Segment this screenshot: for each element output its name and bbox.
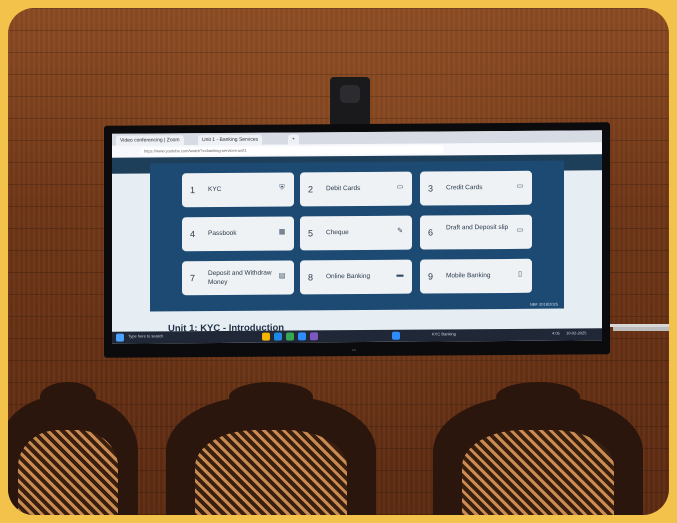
card-label: Draft and Deposit slip [446, 223, 509, 232]
card-number: 2 [308, 184, 314, 195]
card-label: Deposit and Withdraw Money [208, 269, 272, 287]
card-number: 8 [308, 272, 314, 283]
slide-card-draft: 6 Draft and Deposit slip ▭ [420, 214, 532, 250]
chair-crest [496, 382, 580, 412]
app-icon[interactable] [392, 331, 400, 340]
card-label: Credit Cards [446, 184, 483, 192]
slide-card-passbook: 4 Passbook ▦ [182, 216, 294, 252]
photo-frame: Video conferencing | Zoom Unit 1 - Banki… [0, 0, 677, 523]
card-number: 5 [308, 228, 314, 239]
card-number: 7 [190, 273, 196, 284]
chair-left [8, 382, 138, 515]
browser-tab[interactable]: Video conferencing | Zoom [116, 135, 184, 146]
webcam [330, 77, 370, 127]
edge-icon[interactable] [274, 332, 282, 341]
card-icon: ▭ [396, 183, 404, 191]
chair-center [166, 382, 376, 515]
card-label: Online Banking [326, 272, 371, 281]
phone-icon: ▯ [518, 270, 522, 278]
card-label: Mobile Banking [446, 272, 491, 280]
tv-screen: Video conferencing | Zoom Unit 1 - Banki… [112, 130, 602, 344]
taskbar-time: 4:05 [552, 330, 560, 336]
cane-weave [17, 430, 119, 515]
cane-weave [195, 430, 347, 515]
taskbar-weather[interactable]: KYC Banking [432, 331, 456, 336]
card-number: 1 [190, 185, 196, 196]
cash-icon: ▤ [278, 272, 286, 280]
cane-weave [462, 430, 614, 515]
wall-shelf [613, 327, 669, 331]
slide-card-credit: 3 Credit Cards ▭ [420, 170, 532, 206]
start-icon[interactable] [116, 333, 124, 342]
webcam-lens [340, 85, 360, 103]
slide-caption: NBF 2018/2025 [529, 301, 558, 307]
new-tab-button[interactable]: + [288, 134, 299, 145]
room-photo: Video conferencing | Zoom Unit 1 - Banki… [8, 8, 669, 515]
slide-card-deposit: 7 Deposit and Withdraw Money ▤ [182, 260, 294, 296]
slide-card-cheque: 5 Cheque ✎ [300, 215, 412, 251]
chair-right [433, 382, 643, 515]
card-number: 9 [428, 271, 434, 282]
pen-icon: ✎ [397, 227, 403, 235]
shield-icon: ⛨ [279, 184, 285, 192]
windows-taskbar: Type here to search KYC Banking 4:05 10-… [112, 328, 602, 344]
teams-icon[interactable] [310, 332, 318, 341]
zoom-icon[interactable] [298, 332, 306, 341]
card-number: 4 [190, 229, 196, 240]
tv-display: Video conferencing | Zoom Unit 1 - Banki… [104, 122, 610, 358]
chair-crest [229, 382, 313, 412]
card-label: Debit Cards [326, 184, 361, 193]
card-number: 6 [428, 227, 434, 238]
card-label: KYC [208, 185, 222, 194]
slide-panel: 1 KYC ⛨ 2 Debit Cards ▭ 3 Credit Cards ▭ [150, 160, 564, 312]
slide-card-debit: 2 Debit Cards ▭ [300, 171, 412, 207]
card-number: 3 [428, 183, 434, 194]
url-input[interactable]: https://www.youtube.com/watch?v=banking-… [140, 145, 444, 156]
book-icon: ▦ [278, 228, 286, 236]
chrome-icon[interactable] [286, 332, 294, 341]
card-icon: ▭ [516, 226, 524, 234]
slide-card-online: 8 Online Banking ▬ [300, 259, 412, 295]
laptop-icon: ▬ [396, 271, 404, 279]
card-label: Passbook [208, 229, 237, 238]
taskbar-search[interactable]: Type here to search [128, 333, 163, 338]
slide-card-kyc: 1 KYC ⛨ [182, 172, 294, 208]
taskbar-date: 10-02-2025 [566, 330, 587, 336]
chair-crest [40, 382, 96, 412]
browser-tab-active[interactable]: Unit 1 - Banking Services [198, 134, 263, 146]
card-label: Cheque [326, 229, 349, 237]
card-icon: ▭ [516, 182, 524, 190]
folder-icon[interactable] [262, 332, 270, 341]
slide-card-mobile: 9 Mobile Banking ▯ [420, 258, 532, 294]
tv-brand-logo: LG [352, 348, 357, 353]
